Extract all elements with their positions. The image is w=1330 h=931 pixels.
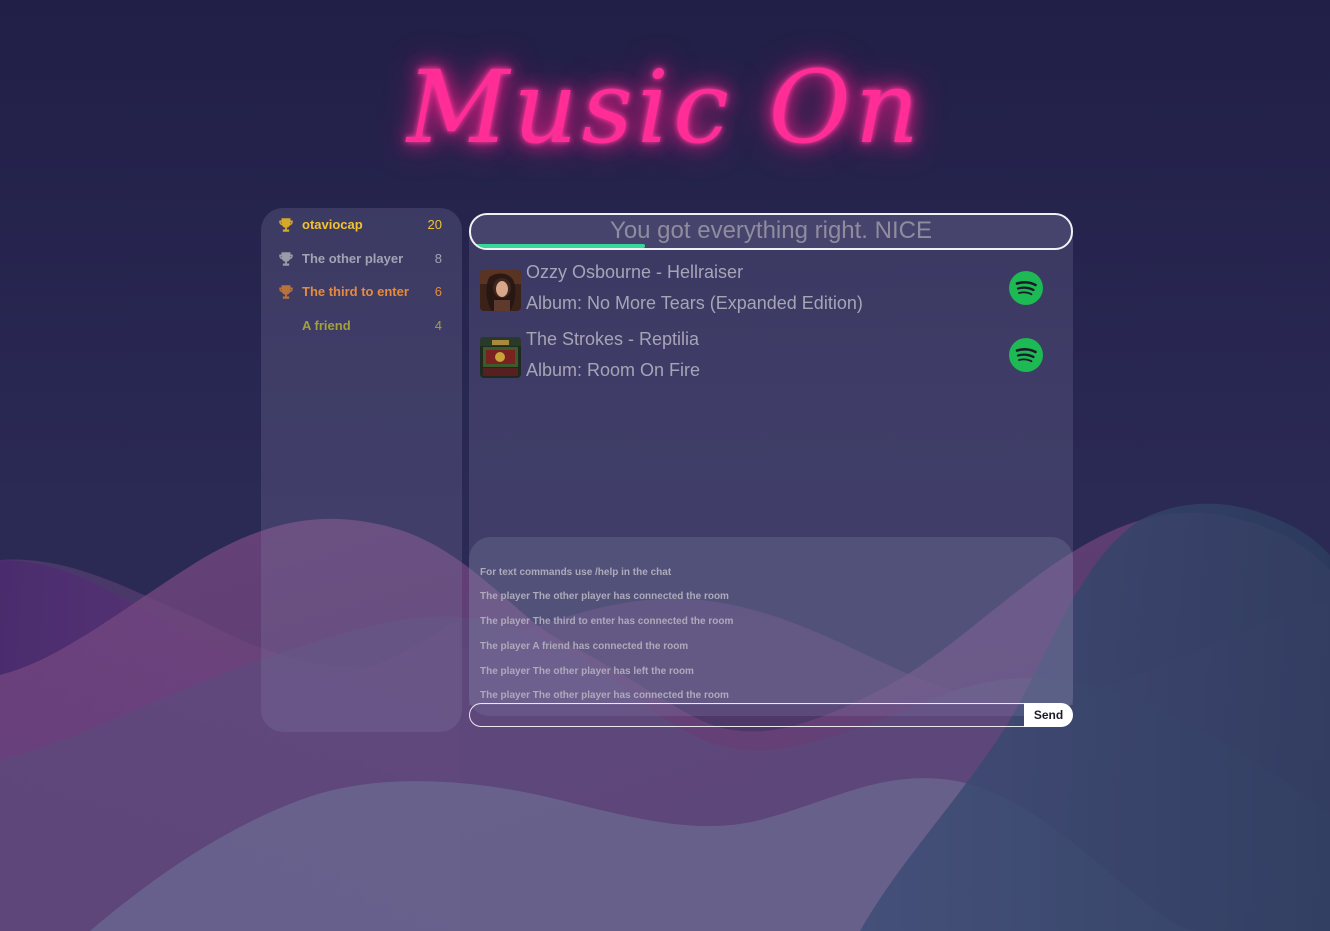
song-album: Album: No More Tears (Expanded Edition) bbox=[526, 293, 863, 313]
player-row: The other player 8 bbox=[261, 248, 462, 282]
chat-message: The player The other player has connecte… bbox=[480, 690, 729, 701]
spotify-icon[interactable] bbox=[1009, 338, 1043, 372]
player-name: The other player bbox=[302, 250, 404, 266]
player-row: The third to enter 6 bbox=[261, 281, 462, 315]
app-logo: Music On bbox=[406, 49, 924, 166]
player-row: A friend 4 bbox=[261, 315, 462, 349]
song-item: The Strokes - Reptilia Album: Room On Fi… bbox=[480, 329, 1060, 389]
round-progress-fill bbox=[471, 244, 645, 248]
chat-message: The player The other player has left the… bbox=[480, 666, 694, 677]
spotify-icon[interactable] bbox=[1009, 271, 1043, 305]
song-item: Ozzy Osbourne - Hellraiser Album: No Mor… bbox=[480, 262, 1060, 322]
player-name: A friend bbox=[302, 317, 351, 333]
send-button[interactable]: Send bbox=[1024, 703, 1073, 727]
chat-message: The player A friend has connected the ro… bbox=[480, 641, 689, 652]
player-name: otaviocap bbox=[302, 217, 363, 232]
scoreboard: otaviocap 20 The other player 8 The thir… bbox=[261, 208, 462, 732]
song-title: The Strokes - Reptilia bbox=[526, 329, 700, 349]
chat-log[interactable]: For text commands use /help in the chat … bbox=[469, 537, 1073, 705]
song-title: Ozzy Osbourne - Hellraiser bbox=[526, 262, 744, 282]
player-name: The third to enter bbox=[302, 284, 409, 299]
app-background: Music On otaviocap 20 The other player 8… bbox=[0, 0, 1330, 931]
round-status-message: You got everything right. NICE bbox=[610, 217, 932, 244]
player-score: 4 bbox=[434, 317, 442, 333]
player-score: 20 bbox=[427, 217, 442, 232]
silver-trophy-icon bbox=[279, 251, 293, 266]
player-score: 8 bbox=[434, 250, 442, 266]
chat-message: The player The third to enter has connec… bbox=[480, 616, 734, 627]
chat-message: For text commands use /help in the chat bbox=[480, 567, 672, 578]
round-status-bar: You got everything right. NICE bbox=[469, 213, 1073, 250]
album-cover-image bbox=[480, 270, 521, 311]
player-score: 6 bbox=[434, 284, 442, 299]
bronze-trophy-icon bbox=[279, 285, 293, 299]
chat-input[interactable] bbox=[469, 703, 1025, 727]
chat-message: The player The other player has connecte… bbox=[480, 591, 729, 602]
player-row: otaviocap 20 bbox=[261, 214, 462, 248]
album-cover-image bbox=[480, 337, 521, 378]
song-album: Album: Room On Fire bbox=[526, 360, 701, 380]
gold-trophy-icon bbox=[279, 218, 293, 232]
